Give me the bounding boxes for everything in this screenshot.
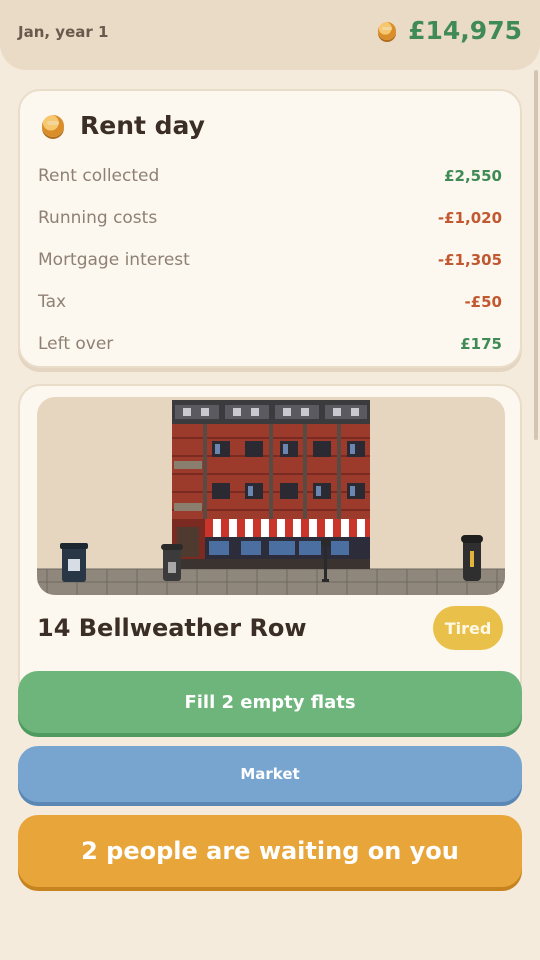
market-button[interactable]: Market (18, 746, 522, 802)
row-label: Tax (38, 292, 67, 312)
fill-flats-button[interactable]: Fill 2 empty flats (18, 671, 522, 733)
top-bar: Jan, year 1 £14,975 (0, 0, 540, 70)
property-card[interactable]: 14 Bellweather Row Tired (18, 384, 522, 684)
balance-amount: £14,975 (408, 16, 522, 45)
balance: £14,975 (378, 16, 522, 45)
row-label: Mortgage interest (38, 250, 190, 270)
bin-icon (60, 543, 88, 582)
game-date: Jan, year 1 (18, 23, 109, 41)
condition-badge: Tired (433, 606, 503, 650)
scrollbar[interactable] (534, 70, 538, 440)
rent-row-tax: Tax -£50 (38, 281, 502, 323)
row-label: Running costs (38, 208, 158, 228)
property-name: 14 Bellweather Row (37, 614, 307, 642)
row-value: -£1,305 (437, 251, 502, 269)
waiting-tenants-button[interactable]: 2 people are waiting on you (18, 815, 522, 887)
building-image (37, 400, 505, 595)
coin-icon (42, 114, 64, 137)
row-value: -£50 (464, 293, 502, 311)
rent-row-left-over: Left over £175 (38, 323, 502, 365)
rent-breakdown: Rent collected £2,550 Running costs -£1,… (38, 155, 502, 365)
rent-day-title: Rent day (80, 111, 205, 140)
row-value: -£1,020 (437, 209, 502, 227)
row-value: £175 (460, 335, 502, 353)
property-illustration (37, 397, 505, 595)
rent-row-collected: Rent collected £2,550 (38, 155, 502, 197)
rent-row-running-costs: Running costs -£1,020 (38, 197, 502, 239)
row-value: £2,550 (444, 167, 502, 185)
rent-day-card: Rent day Rent collected £2,550 Running c… (18, 89, 522, 368)
row-label: Left over (38, 334, 114, 354)
row-label: Rent collected (38, 166, 160, 186)
coin-icon (378, 21, 397, 40)
rent-day-header: Rent day (42, 111, 205, 140)
rent-row-mortgage-interest: Mortgage interest -£1,305 (38, 239, 502, 281)
